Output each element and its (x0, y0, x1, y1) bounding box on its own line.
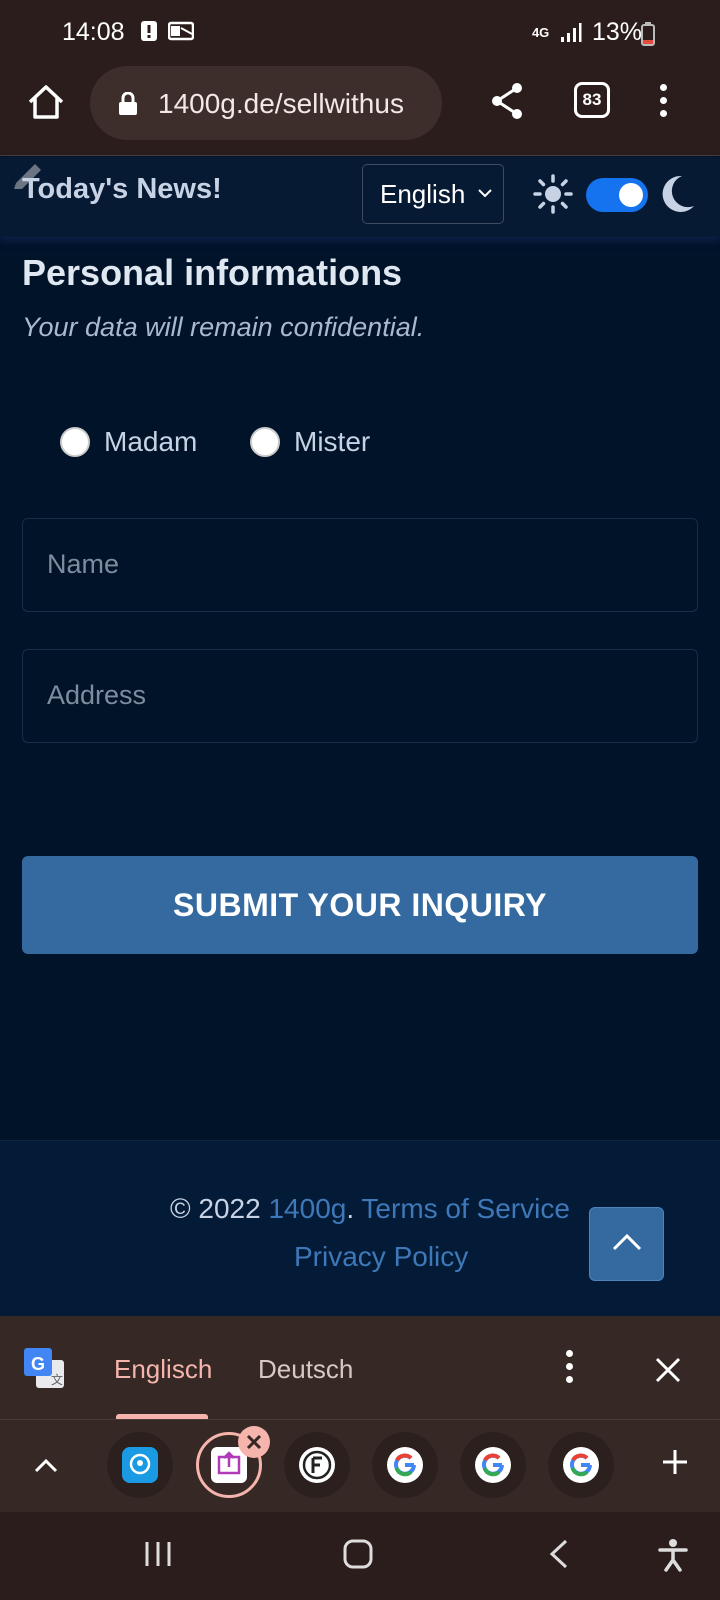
lock-icon (119, 92, 137, 115)
accessibility-icon[interactable] (656, 1538, 690, 1572)
google-g-icon (482, 1453, 504, 1477)
todays-news-title[interactable]: Today's News! (22, 173, 222, 206)
home-nav-icon[interactable] (342, 1538, 374, 1570)
translate-source-lang[interactable]: Englisch (114, 1354, 212, 1385)
translate-more-icon[interactable] (566, 1350, 573, 1389)
plus-icon[interactable] (660, 1447, 690, 1477)
language-select[interactable]: English (362, 164, 504, 224)
section-subtitle: Your data will remain confidential. (22, 312, 425, 342)
radio-madam[interactable]: Madam (60, 426, 197, 458)
toggle-knob (619, 183, 643, 207)
status-time: 14:08 (62, 18, 125, 46)
name-placeholder: Name (47, 549, 120, 579)
close-tab-icon[interactable] (238, 1426, 270, 1458)
google-icon (563, 1447, 599, 1483)
radio-mister-circle[interactable] (250, 427, 280, 457)
terms-link[interactable]: Terms of Service (361, 1193, 570, 1224)
battery-percent: 13% (591, 18, 642, 46)
google-g-icon (570, 1453, 592, 1477)
brand-link[interactable]: 1400g (268, 1193, 346, 1224)
tab-switcher-button[interactable]: 83 (574, 82, 610, 118)
browser-toolbar: 1400g.de/sellwithus 83 (0, 64, 720, 156)
translate-target-lang[interactable]: Deutsch (258, 1354, 353, 1385)
radio-mister[interactable]: Mister (250, 426, 370, 458)
radio-madam-label[interactable]: Madam (104, 426, 197, 458)
dark-mode-toggle[interactable] (586, 178, 648, 212)
network-type-icon: 4G (531, 25, 550, 40)
signal-icon (560, 22, 582, 42)
tab-group-item[interactable] (460, 1432, 526, 1498)
footer-separator: . (346, 1193, 355, 1224)
browser-menu-icon[interactable] (660, 84, 668, 123)
outlook-notification-icon (168, 21, 194, 41)
language-select-value: English (380, 179, 466, 209)
chevron-up-icon (612, 1233, 642, 1251)
system-status: 4G 13% (532, 18, 642, 47)
chevron-down-icon (478, 189, 492, 198)
address-placeholder: Address (47, 680, 147, 710)
tab-group-item[interactable] (107, 1432, 173, 1498)
f-letter-icon (302, 1450, 332, 1480)
submit-inquiry-button[interactable]: SUBMIT YOUR INQUIRY (22, 856, 698, 954)
privacy-link[interactable]: Privacy Policy (294, 1241, 468, 1273)
copyright-text: © 2022 (170, 1193, 261, 1224)
translate-divider (0, 1419, 720, 1420)
google-icon (475, 1447, 511, 1483)
share-icon[interactable] (490, 82, 524, 120)
sun-icon (533, 174, 573, 214)
tab-group-item[interactable] (548, 1432, 614, 1498)
url-text: 1400g.de/sellwithus (158, 88, 404, 119)
moon-icon (662, 175, 694, 212)
address-bar[interactable]: 1400g.de/sellwithus (90, 66, 442, 140)
home-icon[interactable] (26, 82, 66, 122)
status-bar: 14:08 4G 13% (0, 0, 720, 64)
system-nav-bar (0, 1512, 720, 1600)
svg-text:G: G (31, 1354, 45, 1374)
battery-icon (641, 22, 655, 46)
site-header: Today's News! English (0, 157, 720, 237)
google-icon (387, 1447, 423, 1483)
scroll-to-top-button[interactable] (589, 1207, 664, 1281)
back-icon[interactable] (546, 1538, 572, 1570)
close-icon[interactable] (654, 1356, 682, 1384)
recent-apps-icon[interactable] (142, 1538, 174, 1570)
google-translate-icon: G 文 (24, 1348, 64, 1388)
section-title: Personal informations (22, 252, 403, 293)
alert-notification-icon (141, 21, 157, 41)
chevron-up-icon[interactable] (34, 1458, 58, 1474)
tab-group-item[interactable] (284, 1432, 350, 1498)
svg-text:文: 文 (51, 1372, 63, 1387)
notification-icons (140, 20, 194, 42)
location-pin-icon (122, 1447, 158, 1483)
translate-bar: G 文 Englisch Deutsch (0, 1316, 720, 1512)
radio-madam-circle[interactable] (60, 427, 90, 457)
footer-copyright-line: © 2022 1400g. Terms of Service (170, 1193, 570, 1225)
radio-mister-label[interactable]: Mister (294, 426, 370, 458)
site-footer: © 2022 1400g. Terms of Service Privacy P… (0, 1140, 720, 1316)
google-g-icon (394, 1453, 416, 1477)
close-icon (246, 1434, 262, 1450)
f-logo-icon (299, 1447, 335, 1483)
tab-group-item[interactable] (372, 1432, 438, 1498)
address-input[interactable]: Address (22, 649, 698, 743)
name-input[interactable]: Name (22, 518, 698, 612)
